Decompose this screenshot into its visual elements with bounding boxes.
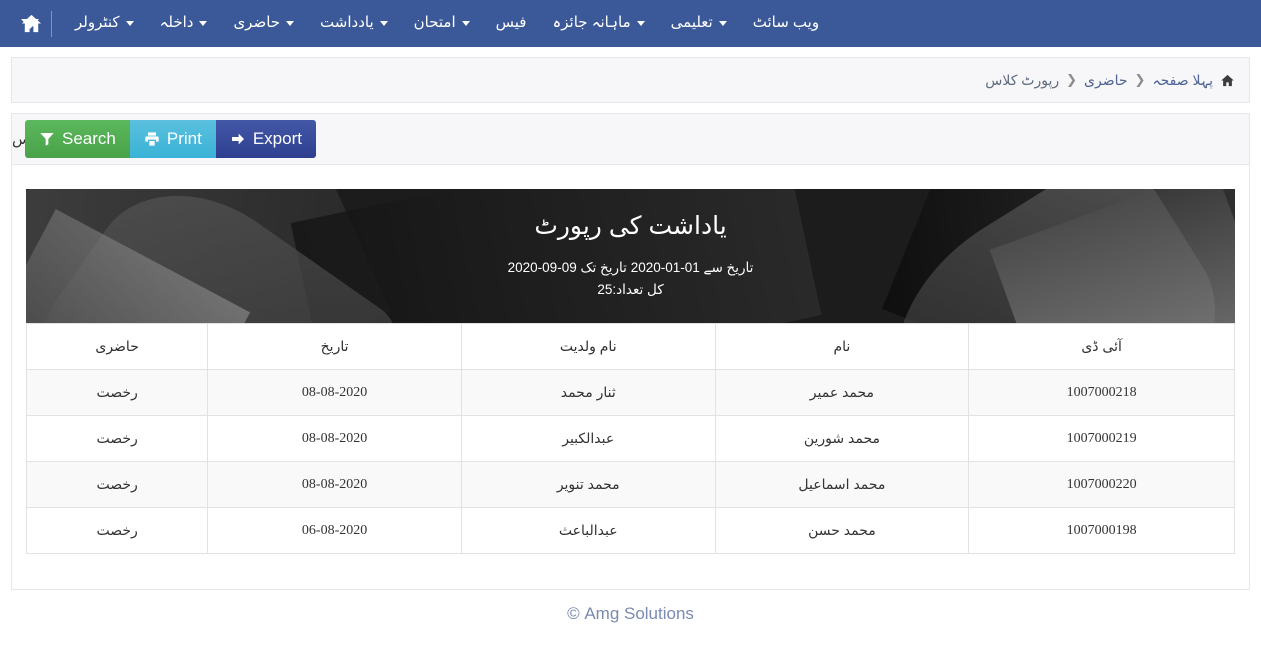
chevron-down-icon (379, 21, 388, 26)
table-row[interactable]: 1007000218 محمد عمیر ثنار محمد 08-08-202… (25, 369, 1235, 416)
report-date-range: تاریخ سے 01-01-2020 تاریخ تک 09-09-2020 (507, 259, 754, 275)
page-content: پہلا صفحہ ❮ حاضری ❮ رپورٹ کلاس رپورٹ کلا… (0, 47, 1261, 590)
cell-name: محمد عمیر (714, 369, 970, 416)
cell-id: 1007000219 (968, 415, 1235, 462)
breadcrumb: پہلا صفحہ ❮ حاضری ❮ رپورٹ کلاس (985, 72, 1235, 89)
banner-text: یاداشت کی رپورٹ تاریخ سے 01-01-2020 تاری… (508, 210, 754, 301)
chevron-down-icon (461, 21, 470, 26)
table-body: 1007000218 محمد عمیر ثنار محمد 08-08-202… (25, 369, 1235, 554)
nav-item-exam[interactable]: امتحان (401, 0, 483, 47)
cell-father: ثنار محمد (460, 369, 716, 416)
nav-item-monthly-review[interactable]: ماہانہ جائزہ (539, 0, 657, 47)
print-button-label: Print (166, 129, 202, 148)
nav-item-controller[interactable]: کنٹرولر (62, 0, 147, 47)
cell-father: عبدالباعث (460, 507, 716, 554)
filter-icon (40, 133, 54, 146)
cell-name: محمد اسماعیل (714, 461, 970, 508)
column-header-id: آئی ڈی (968, 323, 1235, 370)
breadcrumb-item-home[interactable]: پہلا صفحہ (1152, 72, 1213, 89)
chevron-down-icon (125, 21, 134, 26)
column-header-date: تاریخ (207, 323, 462, 370)
table-row[interactable]: 1007000220 محمد اسماعیل محمد تنویر 08-08… (25, 461, 1235, 508)
cell-name: محمد حسن (714, 507, 970, 554)
table-head: آئی ڈی نام نام ولدیت تاریخ حاضری (25, 323, 1235, 370)
breadcrumb-item-attendance[interactable]: حاضری (1084, 72, 1128, 89)
cell-id: 1007000198 (968, 507, 1235, 554)
nav-item-label: ماہانہ جائزہ (552, 14, 631, 31)
nav-item-label: ویب سائٹ (752, 14, 820, 31)
cell-father: عبدالکبیر (460, 415, 716, 462)
cell-attendance: رخصت (25, 461, 209, 508)
chevron-down-icon (199, 21, 208, 26)
main-navbar: کنٹرولر داخلہ حاضری یادداشت امتحان فیس م… (0, 0, 1261, 47)
cell-id: 1007000220 (968, 461, 1235, 508)
cell-attendance: رخصت (25, 507, 209, 554)
cell-date: 08-08-2020 (207, 461, 462, 508)
home-icon (1221, 74, 1234, 86)
action-toolbar: رپورٹ کلاس Search Print Export (11, 113, 1250, 165)
nav-item-fees[interactable]: فیس (483, 0, 540, 47)
chevron-left-icon: ❮ (1066, 72, 1078, 87)
nav-item-attendance[interactable]: حاضری (220, 0, 307, 47)
search-button[interactable]: Search (25, 120, 130, 158)
cell-attendance: رخصت (25, 369, 209, 416)
printer-icon (145, 132, 159, 146)
footer-text: Amg Solutions © (567, 603, 694, 623)
nav-item-label: تعلیمی (670, 14, 713, 31)
toolbar-button-group: Search Print Export (25, 120, 316, 158)
column-header-father: نام ولدیت (460, 323, 716, 370)
breadcrumb-bar: پہلا صفحہ ❮ حاضری ❮ رپورٹ کلاس (11, 57, 1250, 103)
caret-down-icon (21, 18, 39, 29)
nav-item-label: یادداشت (320, 14, 374, 31)
chevron-left-icon: ❮ (1134, 72, 1146, 87)
report-title: یاداشت کی رپورٹ (534, 212, 727, 241)
cell-name: محمد شورین (714, 415, 970, 462)
column-header-name: نام (714, 323, 970, 370)
nav-item-admission[interactable]: داخلہ (147, 0, 221, 47)
chevron-down-icon (718, 21, 727, 26)
cell-attendance: رخصت (25, 415, 209, 462)
breadcrumb-item-current: رپورٹ کلاس (985, 71, 1060, 88)
arrow-right-icon (231, 133, 244, 145)
export-button[interactable]: Export (215, 120, 316, 158)
chevron-down-icon (636, 21, 645, 26)
nav-item-label: فیس (495, 14, 527, 31)
table-row[interactable]: 1007000219 محمد شورین عبدالکبیر 08-08-20… (25, 415, 1235, 462)
cell-date: 08-08-2020 (207, 415, 462, 462)
column-header-attendance: حاضری (25, 323, 209, 370)
nav-item-label: داخلہ (159, 14, 194, 31)
sidebar-toggle-button[interactable] (0, 0, 60, 47)
nav-item-education[interactable]: تعلیمی (658, 0, 740, 47)
print-button[interactable]: Print (129, 120, 216, 158)
report-panel: یاداشت کی رپورٹ تاریخ سے 01-01-2020 تاری… (11, 165, 1250, 590)
nav-item-label: کنٹرولر (75, 14, 120, 31)
page-footer: Amg Solutions © (0, 590, 1261, 637)
search-button-label: Search (62, 129, 116, 148)
cell-date: 08-08-2020 (207, 369, 462, 416)
cell-father: محمد تنویر (460, 461, 716, 508)
report-table: آئی ڈی نام نام ولدیت تاریخ حاضری 1007000… (25, 323, 1235, 554)
table-row[interactable]: 1007000198 محمد حسن عبدالباعث 06-08-2020… (25, 507, 1235, 554)
cell-id: 1007000218 (968, 369, 1235, 416)
export-button-label: Export (252, 129, 302, 148)
report-total-count: کل تعداد:25 (597, 282, 664, 298)
nav-item-label: امتحان (413, 14, 456, 31)
chevron-down-icon (286, 21, 295, 26)
nav-item-memo[interactable]: یادداشت (307, 0, 401, 47)
table-header-row: آئی ڈی نام نام ولدیت تاریخ حاضری (25, 323, 1235, 370)
cell-date: 06-08-2020 (207, 507, 462, 554)
nav-item-website[interactable]: ویب سائٹ (740, 0, 832, 47)
nav-item-label: حاضری (233, 14, 281, 31)
report-banner: یاداشت کی رپورٹ تاریخ سے 01-01-2020 تاری… (26, 189, 1235, 323)
